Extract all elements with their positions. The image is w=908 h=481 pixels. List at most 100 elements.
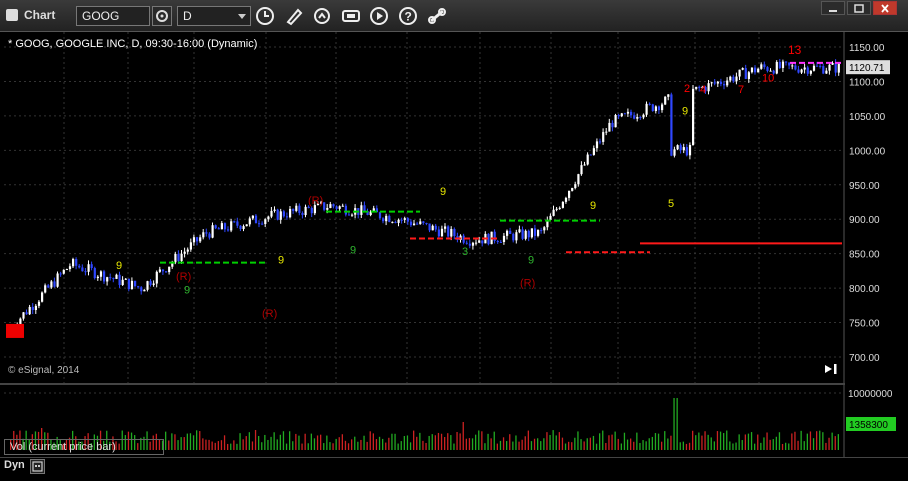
- play-button[interactable]: [368, 6, 390, 26]
- candle-body: [583, 164, 586, 166]
- volume-bar: [781, 443, 784, 450]
- interval-select[interactable]: D: [177, 6, 251, 26]
- candle-body: [422, 221, 425, 223]
- calendar-icon: [32, 461, 43, 472]
- candle-body: [397, 219, 400, 223]
- candle-body: [493, 231, 496, 241]
- volume-bar: [202, 438, 204, 450]
- candle-body: [738, 69, 741, 77]
- volume-bar: [809, 431, 812, 450]
- candle-body: [310, 207, 313, 214]
- candle-body: [719, 81, 723, 85]
- volume-bar: [258, 436, 260, 450]
- price-tick-label: 850.00: [849, 250, 880, 261]
- volume-bar: [475, 434, 477, 450]
- volume-bar: [766, 432, 768, 450]
- candle-body: [670, 94, 673, 156]
- maximize-button[interactable]: [847, 1, 871, 15]
- close-button[interactable]: [873, 1, 897, 15]
- candle-body: [273, 209, 276, 211]
- volume-label[interactable]: Vol (current price bar): [4, 439, 164, 455]
- candle-body: [502, 235, 506, 243]
- candle-body: [282, 211, 285, 217]
- refresh-button[interactable]: [311, 6, 333, 26]
- time-axis-mode[interactable]: Dyn: [4, 459, 25, 471]
- price-tick-label: 750.00: [849, 319, 880, 330]
- volume-bar: [254, 430, 257, 450]
- candle-body: [707, 83, 710, 92]
- candle-body: [347, 214, 351, 216]
- candle-body: [93, 268, 96, 279]
- candle-body: [34, 305, 37, 311]
- minimize-button[interactable]: [821, 1, 845, 15]
- candle-body: [28, 306, 31, 315]
- candle-body: [794, 65, 797, 70]
- symbol-settings-button[interactable]: [152, 6, 172, 26]
- candle-body: [518, 229, 521, 233]
- volume-bar: [816, 431, 818, 450]
- panel-divider[interactable]: [0, 383, 845, 385]
- candle-body: [385, 215, 388, 222]
- volume-bar: [329, 442, 331, 450]
- candle-body: [800, 69, 803, 73]
- candle-body: [62, 269, 65, 274]
- candle-body: [78, 265, 81, 268]
- volume-bar: [574, 437, 576, 450]
- studies-button[interactable]: [340, 6, 362, 26]
- clock-button[interactable]: [254, 6, 276, 26]
- link-button[interactable]: [426, 6, 448, 26]
- candle-body: [267, 216, 270, 220]
- volume-bar: [726, 430, 728, 450]
- volume-bar: [620, 443, 622, 450]
- candle-body: [134, 280, 137, 287]
- price-chart[interactable]: 1120.71 (R) (R) (R) (R) 13 2 4 7 10 9 9 9 5 9 9 9 9 3 9 11…: [0, 32, 908, 457]
- time-axis-button[interactable]: [30, 459, 45, 474]
- volume-bar: [682, 441, 684, 450]
- candle-body: [574, 184, 577, 189]
- volume-bar: [521, 439, 523, 450]
- volume-bar: [537, 438, 539, 450]
- candle-body: [654, 106, 657, 112]
- candle-body: [183, 251, 186, 254]
- candle-body: [189, 242, 192, 250]
- scroll-to-end-button[interactable]: [822, 362, 840, 376]
- candle-body: [155, 271, 158, 284]
- volume-bar: [409, 442, 412, 450]
- volume-bar: [462, 422, 464, 450]
- sell-count: 3: [462, 246, 468, 258]
- volume-bar: [403, 436, 405, 450]
- volume-bar: [375, 439, 378, 450]
- candle-body: [599, 141, 602, 143]
- volume-bar: [719, 431, 722, 450]
- volume-bar: [378, 436, 381, 450]
- candle-body: [695, 86, 698, 89]
- chevron-down-icon: [238, 14, 246, 19]
- price-tick-label: 700.00: [849, 353, 880, 364]
- candle-body: [140, 287, 143, 292]
- volume-bar: [754, 443, 756, 450]
- volume-bar: [431, 434, 433, 450]
- volume-bar: [496, 443, 498, 450]
- volume-bar: [636, 432, 638, 450]
- volume-bar: [540, 441, 542, 450]
- link-icon: [428, 8, 446, 24]
- candle-body: [453, 229, 456, 237]
- volume-bar: [592, 435, 595, 450]
- volume-bar: [248, 432, 250, 450]
- draw-button[interactable]: [283, 6, 305, 26]
- volume-bar: [509, 434, 511, 450]
- candle-body: [279, 211, 282, 220]
- candle-body: [809, 70, 812, 74]
- price-tick-label: 1050.00: [849, 112, 886, 123]
- candle-body: [664, 96, 667, 105]
- candle-body: [580, 165, 583, 175]
- symbol-input[interactable]: GOOG: [76, 6, 150, 26]
- help-button[interactable]: ?: [397, 6, 419, 26]
- candle-body: [685, 147, 688, 156]
- candle-body: [295, 205, 298, 211]
- candle-body: [729, 76, 732, 81]
- volume-bar: [515, 435, 517, 450]
- volume-bar: [397, 443, 399, 450]
- candle-body: [549, 215, 552, 220]
- candle-body: [788, 62, 791, 66]
